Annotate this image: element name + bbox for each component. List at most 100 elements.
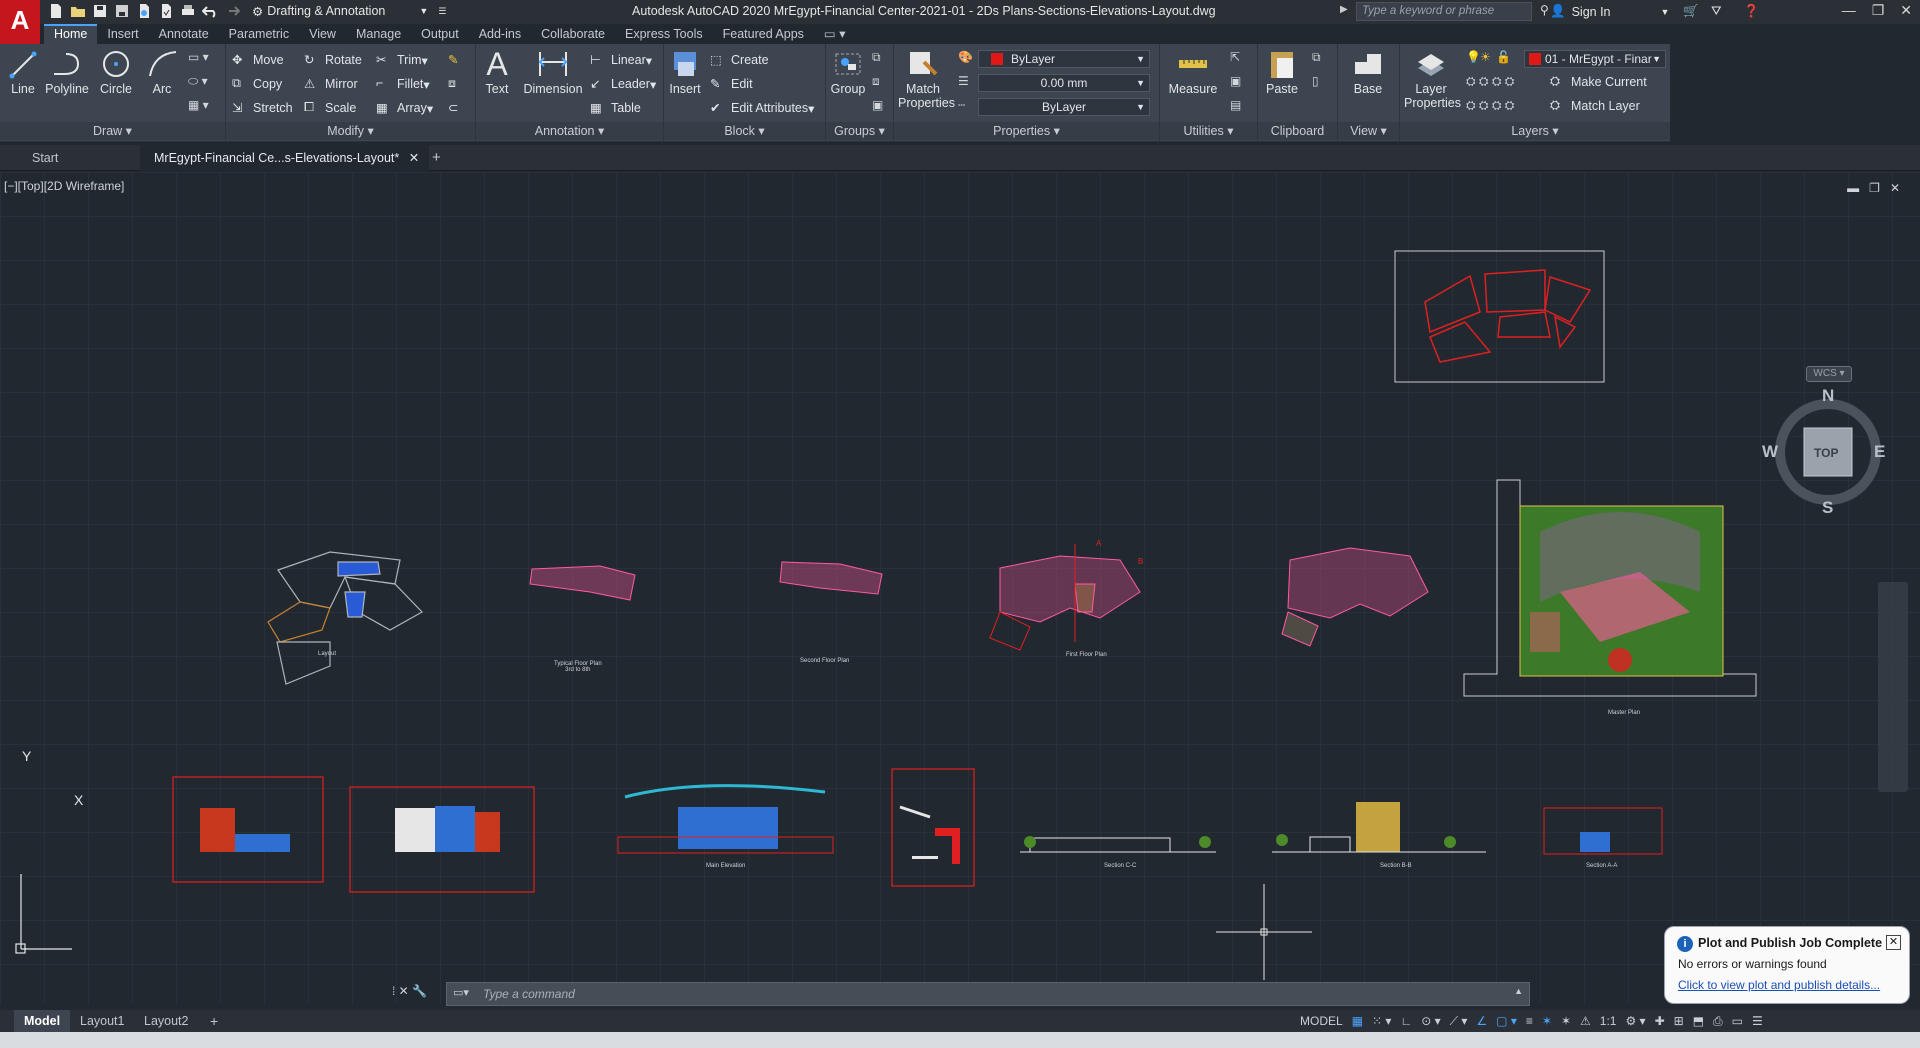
sun-icon[interactable]: ☀: [1480, 50, 1491, 64]
close-icon[interactable]: ✕: [1886, 935, 1901, 950]
cmdline-grip-icon[interactable]: ⁞ ✕ 🔧: [392, 984, 427, 998]
array-button[interactable]: ▦ Array ▾: [376, 100, 433, 116]
block-panel-title[interactable]: Block ▾: [664, 122, 825, 140]
close-icon[interactable]: ✕: [1900, 2, 1912, 19]
redo-icon[interactable]: [224, 3, 241, 19]
line-button[interactable]: Line: [6, 48, 40, 96]
command-recent-icon[interactable]: ▭▾: [453, 986, 469, 999]
customize-icon[interactable]: ☰: [1752, 1014, 1763, 1028]
binoculars-icon[interactable]: ⚲: [1540, 3, 1549, 17]
ungroup-icon[interactable]: ⧉: [872, 50, 881, 65]
properties-panel-title[interactable]: Properties ▾: [894, 122, 1159, 140]
add-layout-button[interactable]: +: [200, 1010, 228, 1032]
text-button[interactable]: A Text: [480, 48, 514, 96]
copy-clip-icon[interactable]: ⧉: [1312, 50, 1321, 65]
compass-north[interactable]: N: [1822, 386, 1834, 406]
select-all-icon[interactable]: ▣: [1230, 74, 1241, 88]
measure-button[interactable]: Measure: [1168, 48, 1218, 96]
sign-in-button[interactable]: 👤 Sign In ▼ 🛒 ⛛ ❓: [1550, 4, 1759, 19]
draw-panel-title[interactable]: Draw ▾: [0, 122, 225, 140]
tab-parametric[interactable]: Parametric: [219, 24, 299, 44]
plot-details-link[interactable]: Click to view plot and publish details..…: [1678, 978, 1880, 992]
annotation-scale-value[interactable]: 1:1: [1600, 1014, 1617, 1028]
tab-layout2[interactable]: Layout2: [134, 1010, 198, 1032]
app-logo-button[interactable]: A: [0, 0, 40, 44]
groups-panel-title[interactable]: Groups ▾: [826, 122, 893, 140]
tab-model[interactable]: Model: [14, 1010, 71, 1032]
compass-west[interactable]: W: [1762, 442, 1778, 462]
minimize-icon[interactable]: —: [1842, 2, 1856, 19]
layer-tools-icons[interactable]: ⛭ ⛭ ⛭ ⛭: [1466, 74, 1514, 89]
tab-annotate[interactable]: Annotate: [149, 24, 219, 44]
compass-east[interactable]: E: [1874, 442, 1885, 462]
annotation-scale-icon[interactable]: ⚠: [1580, 1014, 1591, 1028]
group-select-icon[interactable]: ▣: [872, 98, 883, 112]
layers-panel-title[interactable]: Layers ▾: [1400, 122, 1670, 140]
help-icon[interactable]: ❓: [1744, 4, 1760, 19]
utilities-panel-title[interactable]: Utilities ▾: [1160, 122, 1257, 140]
tab-start[interactable]: Start: [18, 145, 72, 171]
isolate-icon[interactable]: ⊞: [1674, 1014, 1684, 1028]
viewcube-top-face[interactable]: TOP: [1814, 446, 1838, 460]
bulb-icon[interactable]: 💡: [1466, 50, 1481, 64]
calculator-icon[interactable]: ▤: [1230, 98, 1241, 112]
edit-attributes-button[interactable]: ✔ Edit Attributes ▾: [710, 100, 814, 116]
tab-output[interactable]: Output: [411, 24, 469, 44]
tab-active-drawing[interactable]: MrEgypt-Financial Ce...s-Elevations-Layo…: [140, 145, 430, 171]
tab-manage[interactable]: Manage: [346, 24, 411, 44]
save-icon[interactable]: [92, 3, 108, 19]
stretch-button[interactable]: ⇲ Stretch: [232, 100, 293, 116]
cart-icon[interactable]: 🛒: [1683, 4, 1699, 19]
model-space-button[interactable]: MODEL: [1300, 1014, 1343, 1028]
annotation-panel-title[interactable]: Annotation ▾: [476, 122, 663, 140]
tab-featured-apps[interactable]: Featured Apps: [713, 24, 814, 44]
table-button[interactable]: ▦ Table: [590, 100, 641, 116]
command-line[interactable]: ▭▾ Type a command ▲: [446, 982, 1530, 1006]
cut-icon[interactable]: ▯: [1312, 74, 1319, 88]
base-button[interactable]: Base: [1350, 48, 1386, 96]
lineweight-toggle-icon[interactable]: ≡: [1526, 1014, 1533, 1028]
new-file-icon[interactable]: [48, 3, 64, 19]
group-button[interactable]: Group: [830, 48, 866, 96]
workspace-gear-icon[interactable]: ⚙ ▾: [1625, 1014, 1645, 1028]
clean-screen-icon[interactable]: ▭: [1732, 1014, 1743, 1028]
copy-button[interactable]: ⧉ Copy: [232, 76, 282, 92]
make-current-button[interactable]: ⛭ Make Current: [1550, 74, 1647, 90]
region-icon[interactable]: ▦ ▾: [188, 98, 209, 112]
plot-icon[interactable]: [180, 3, 196, 19]
open-folder-icon[interactable]: [70, 3, 86, 19]
workspace-switcher[interactable]: ⚙ Drafting & Annotation ▼ ☰: [252, 4, 446, 19]
open-web-icon[interactable]: [136, 3, 152, 19]
lineweight-dropdown[interactable]: 0.00 mm ▼: [978, 74, 1150, 92]
leader-button[interactable]: ↙ Leader ▾: [590, 76, 656, 92]
tab-express-tools[interactable]: Express Tools: [615, 24, 713, 44]
drawing-canvas[interactable]: [−][Top][2D Wireframe] ▬ ❐ ✕ Layout Typi…: [0, 172, 1920, 1004]
ribbon-toggle-icon[interactable]: ▭ ▾: [814, 24, 856, 44]
modify-panel-title[interactable]: Modify ▾: [226, 122, 475, 140]
color-dropdown[interactable]: ByLayer ▼: [978, 50, 1150, 68]
save-as-icon[interactable]: [114, 3, 130, 19]
linear-button[interactable]: ⊢ Linear ▾: [590, 52, 652, 68]
move-button[interactable]: ✥ Move: [232, 52, 284, 68]
trim-button[interactable]: ✂ Trim ▾: [376, 52, 428, 68]
tab-layout1[interactable]: Layout1: [70, 1010, 134, 1032]
restore-icon[interactable]: ❐: [1872, 2, 1885, 19]
rotate-button[interactable]: ↻ Rotate: [304, 52, 362, 68]
circle-button[interactable]: Circle: [98, 48, 134, 96]
snap-icon[interactable]: ⁙ ▾: [1372, 1014, 1391, 1028]
annotation-visibility-icon[interactable]: ✶: [1542, 1014, 1552, 1028]
arc-button[interactable]: Arc: [146, 48, 178, 96]
tab-collaborate[interactable]: Collaborate: [531, 24, 615, 44]
wcs-menu[interactable]: WCS ▾: [1806, 366, 1852, 382]
dimension-button[interactable]: Dimension: [522, 48, 584, 96]
plus-icon[interactable]: ✚: [1655, 1014, 1665, 1028]
viewcube[interactable]: N S E W TOP: [1762, 386, 1888, 517]
match-layer-button[interactable]: ⛭ Match Layer: [1550, 98, 1640, 114]
quick-select-icon[interactable]: ⇱: [1230, 50, 1240, 64]
object-snap-icon[interactable]: ▢ ▾: [1496, 1014, 1517, 1028]
explode-button[interactable]: ⧈: [448, 76, 469, 92]
ortho-icon[interactable]: ∟: [1400, 1014, 1412, 1028]
grid-icon[interactable]: ▦: [1352, 1014, 1363, 1028]
hatch-icon[interactable]: ⬭ ▾: [188, 74, 208, 89]
share-icon[interactable]: ⛛: [1711, 4, 1722, 19]
